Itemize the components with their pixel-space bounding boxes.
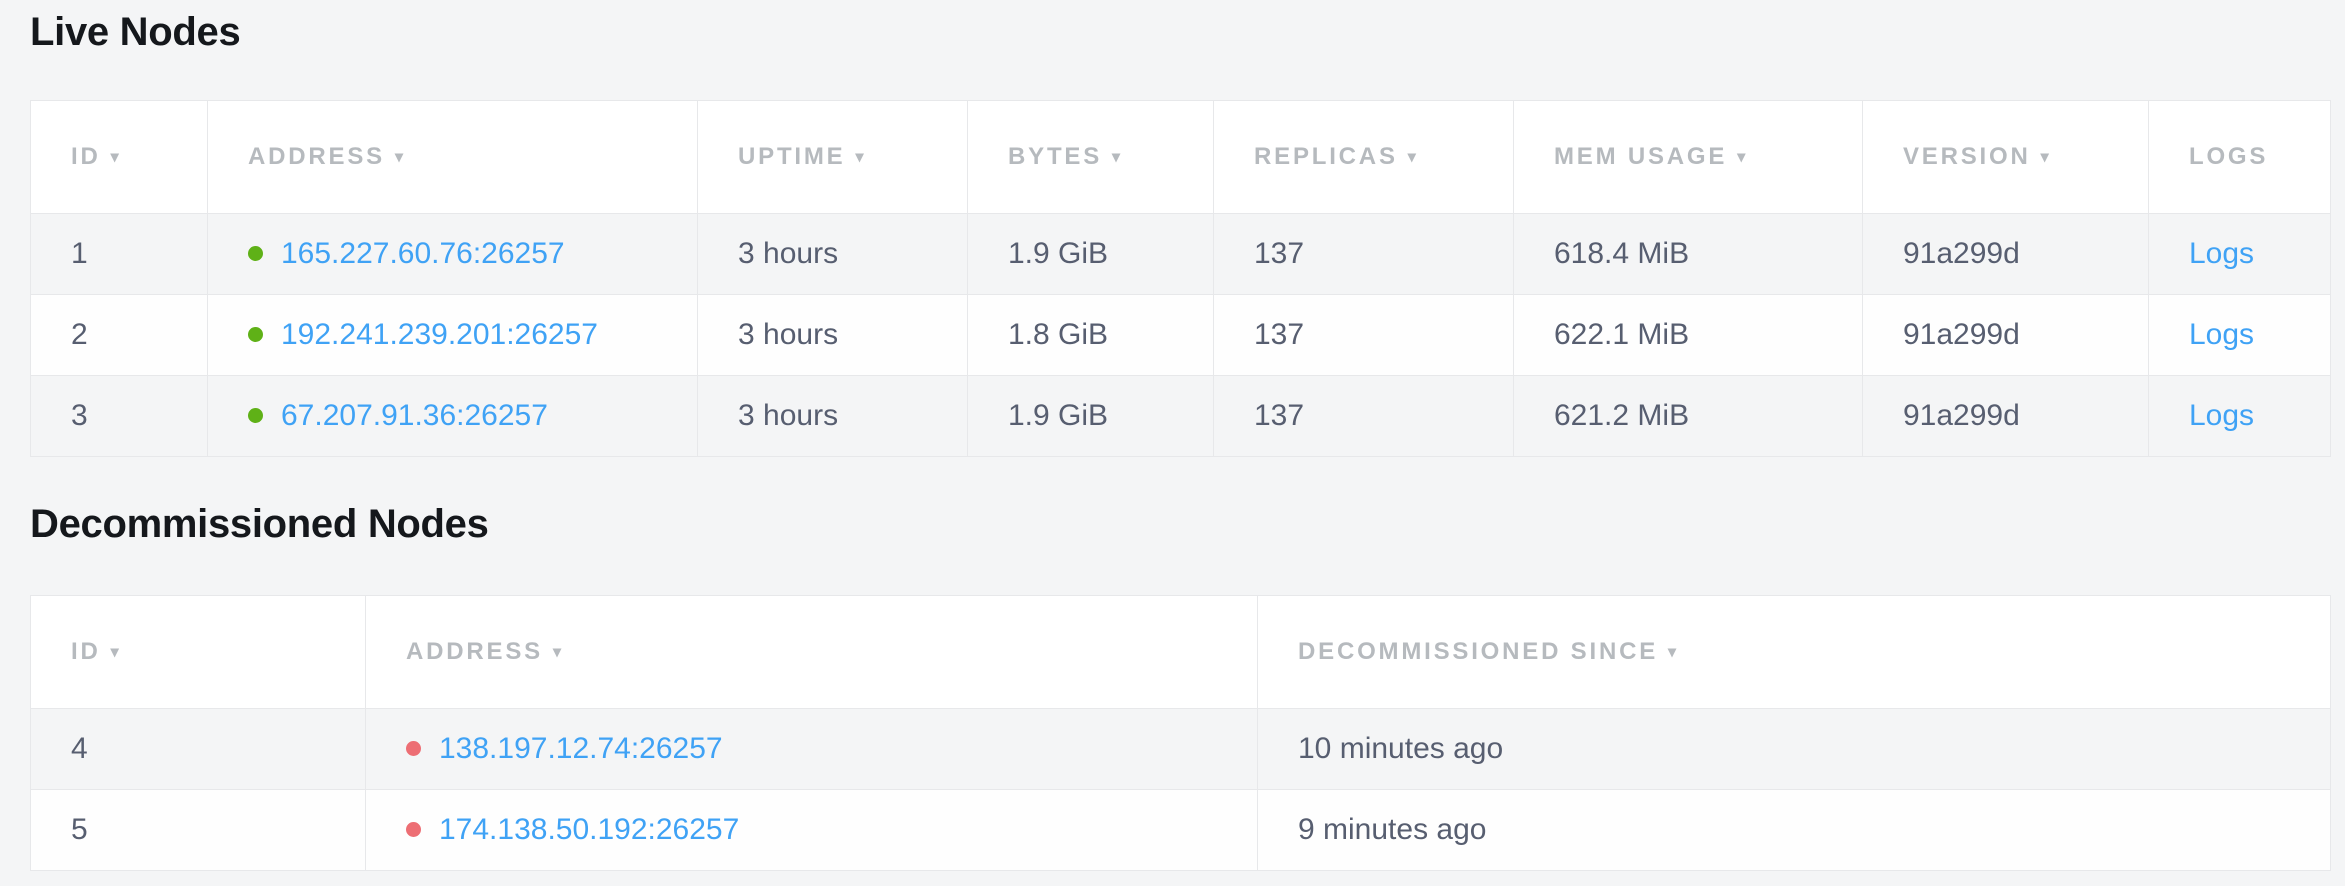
sort-arrow-icon: ▾ xyxy=(111,642,119,662)
sort-arrow-icon: ▾ xyxy=(553,642,561,662)
sort-arrow-icon: ▾ xyxy=(1112,147,1120,167)
logs-link[interactable]: Logs xyxy=(2189,237,2254,270)
node-id-cell: 3 xyxy=(31,376,208,457)
sort-arrow-icon: ▾ xyxy=(855,147,863,167)
column-header-logs: LOGS xyxy=(2149,101,2331,214)
sort-arrow-icon: ▾ xyxy=(2041,147,2049,167)
column-header-replicas[interactable]: REPLICAS ▾ xyxy=(1214,101,1514,214)
node-bytes-cell: 1.9 GiB xyxy=(968,376,1214,457)
column-label: UPTIME xyxy=(738,143,845,170)
column-header-uptime[interactable]: UPTIME ▾ xyxy=(698,101,968,214)
table-row: 3 67.207.91.36:26257 3 hours1.9 GiB137621.… xyxy=(31,376,2331,457)
table-row: 5 174.138.50.192:26257 9 minutes ago xyxy=(31,790,2331,871)
column-header-version[interactable]: VERSION ▾ xyxy=(1863,101,2149,214)
node-id-cell: 4 xyxy=(31,709,366,790)
live-nodes-title: Live Nodes xyxy=(30,8,2330,56)
column-label: VERSION xyxy=(1903,143,2031,170)
decommissioned-nodes-header-row: ID ▾ ADDRESS ▾ DECOMMISSIONED SINCE ▾ xyxy=(31,596,2331,709)
logs-link[interactable]: Logs xyxy=(2189,318,2254,351)
sort-arrow-icon: ▾ xyxy=(395,147,403,167)
node-version-cell: 91a299d xyxy=(1863,214,2149,295)
sort-arrow-icon: ▾ xyxy=(111,147,119,167)
sort-arrow-icon: ▾ xyxy=(1408,147,1416,167)
node-address-link[interactable]: 138.197.12.74:26257 xyxy=(439,732,723,765)
node-decommissioned-since-cell: 9 minutes ago xyxy=(1258,790,2331,871)
node-address-link[interactable]: 174.138.50.192:26257 xyxy=(439,813,739,846)
logs-link[interactable]: Logs xyxy=(2189,399,2254,432)
decommissioned-status-dot-icon xyxy=(406,822,421,837)
column-label: ID xyxy=(71,638,101,665)
column-header-mem-usage[interactable]: MEM USAGE ▾ xyxy=(1514,101,1863,214)
node-address-cell: 165.227.60.76:26257 xyxy=(208,214,698,295)
column-header-id[interactable]: ID ▾ xyxy=(31,596,366,709)
node-logs-cell: Logs xyxy=(2149,295,2331,376)
node-id-cell: 2 xyxy=(31,295,208,376)
node-address-link[interactable]: 67.207.91.36:26257 xyxy=(281,399,548,432)
nodes-page: Live Nodes ID▾ADDRESS▾UPTIME▾BYTES▾REPLI… xyxy=(0,0,2345,871)
column-header-address[interactable]: ADDRESS ▾ xyxy=(208,101,698,214)
node-mem-usage-cell: 622.1 MiB xyxy=(1514,295,1863,376)
column-label: LOGS xyxy=(2189,143,2268,170)
live-nodes-body: 1 165.227.60.76:26257 3 hours1.9 GiB137618… xyxy=(31,214,2331,457)
node-id-cell: 5 xyxy=(31,790,366,871)
decommissioned-nodes-table: ID ▾ ADDRESS ▾ DECOMMISSIONED SINCE ▾ 4 138.19… xyxy=(30,595,2331,871)
table-row: 2 192.241.239.201:26257 3 hours1.8 GiB1376… xyxy=(31,295,2331,376)
live-status-dot-icon xyxy=(248,246,263,261)
node-mem-usage-cell: 618.4 MiB xyxy=(1514,214,1863,295)
node-address-link[interactable]: 165.227.60.76:26257 xyxy=(281,237,565,270)
node-logs-cell: Logs xyxy=(2149,376,2331,457)
column-header-bytes[interactable]: BYTES ▾ xyxy=(968,101,1214,214)
sort-arrow-icon: ▾ xyxy=(1737,147,1745,167)
node-id-cell: 1 xyxy=(31,214,208,295)
node-uptime-cell: 3 hours xyxy=(698,295,968,376)
decommissioned-nodes-title: Decommissioned Nodes xyxy=(30,500,2330,548)
live-status-dot-icon xyxy=(248,327,263,342)
column-header-address[interactable]: ADDRESS ▾ xyxy=(366,596,1258,709)
node-version-cell: 91a299d xyxy=(1863,376,2149,457)
column-label: BYTES xyxy=(1008,143,1102,170)
node-version-cell: 91a299d xyxy=(1863,295,2149,376)
decommissioned-status-dot-icon xyxy=(406,741,421,756)
column-header-id[interactable]: ID ▾ xyxy=(31,101,208,214)
node-replicas-cell: 137 xyxy=(1214,376,1514,457)
node-replicas-cell: 137 xyxy=(1214,295,1514,376)
column-label: ADDRESS xyxy=(248,143,385,170)
node-uptime-cell: 3 hours xyxy=(698,376,968,457)
node-bytes-cell: 1.8 GiB xyxy=(968,295,1214,376)
column-label: MEM USAGE xyxy=(1554,143,1727,170)
node-bytes-cell: 1.9 GiB xyxy=(968,214,1214,295)
column-header-decommissioned-since[interactable]: DECOMMISSIONED SINCE ▾ xyxy=(1258,596,2331,709)
table-row: 1 165.227.60.76:26257 3 hours1.9 GiB137618… xyxy=(31,214,2331,295)
sort-arrow-icon: ▾ xyxy=(1668,642,1676,662)
column-label: DECOMMISSIONED SINCE xyxy=(1298,638,1658,665)
column-label: REPLICAS xyxy=(1254,143,1398,170)
node-address-cell: 192.241.239.201:26257 xyxy=(208,295,698,376)
node-uptime-cell: 3 hours xyxy=(698,214,968,295)
node-logs-cell: Logs xyxy=(2149,214,2331,295)
node-address-cell: 138.197.12.74:26257 xyxy=(366,709,1258,790)
live-status-dot-icon xyxy=(248,408,263,423)
node-address-link[interactable]: 192.241.239.201:26257 xyxy=(281,318,598,351)
column-label: ID xyxy=(71,143,101,170)
node-address-cell: 67.207.91.36:26257 xyxy=(208,376,698,457)
live-nodes-table: ID▾ADDRESS▾UPTIME▾BYTES▾REPLICAS▾MEM USA… xyxy=(30,100,2331,457)
node-decommissioned-since-cell: 10 minutes ago xyxy=(1258,709,2331,790)
column-label: ADDRESS xyxy=(406,638,543,665)
node-address-cell: 174.138.50.192:26257 xyxy=(366,790,1258,871)
live-nodes-header-row: ID▾ADDRESS▾UPTIME▾BYTES▾REPLICAS▾MEM USA… xyxy=(31,101,2331,214)
table-row: 4 138.197.12.74:26257 10 minutes ago xyxy=(31,709,2331,790)
decommissioned-nodes-body: 4 138.197.12.74:26257 10 minutes ago 5 174.1… xyxy=(31,709,2331,871)
node-mem-usage-cell: 621.2 MiB xyxy=(1514,376,1863,457)
node-replicas-cell: 137 xyxy=(1214,214,1514,295)
